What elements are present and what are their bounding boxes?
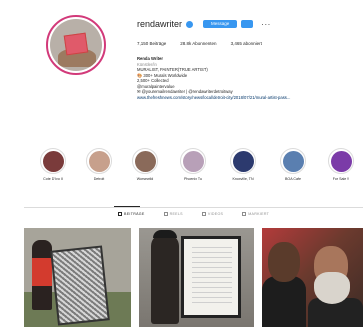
post-image-person-left-face [268,242,300,282]
highlight-image [88,150,110,172]
tab-reels[interactable]: REELS [163,212,183,216]
more-options-icon[interactable]: ··· [261,20,271,29]
highlight-label: BOA Cafe [285,177,301,181]
highlight-label: Worsewild [136,177,154,181]
post-thumbnail[interactable] [262,228,363,327]
highlight-thumbnail [280,148,306,174]
highlight-image [232,150,254,172]
highlight-item[interactable]: Detroit [80,148,118,181]
tagged-icon [242,212,247,216]
tab-videos-label: VIDEOS [207,212,224,216]
posts-count: 7,150 Beiträge [137,41,167,46]
highlight-thumbnail [180,148,206,174]
highlight-image [42,150,64,172]
post-image-shirt [32,258,52,286]
highlight-item[interactable]: Cote D'Ivo II [34,148,72,181]
post-image-framed-artwork [181,236,241,318]
highlight-thumbnail [40,148,66,174]
highlight-item[interactable]: For Sale !! [322,148,360,181]
highlight-thumbnail [132,148,158,174]
story-highlights: Cote D'Ivo II Detroit Worsewild Phoenix … [34,148,363,188]
avatar [50,19,102,71]
highlight-label: For Sale !! [332,177,350,181]
tabs-divider [24,207,363,208]
grid-icon [118,212,122,216]
post-image-person-left-body [262,276,306,327]
profile-tabs: BEITRÄGE REELS VIDEOS MARKIERT [118,212,269,216]
tab-posts[interactable]: BEITRÄGE [118,212,145,216]
post-thumbnail[interactable] [139,228,254,327]
post-image-frame-lines [192,247,232,307]
highlight-thumbnail [86,148,112,174]
video-icon [201,212,206,216]
highlight-image [134,150,156,172]
post-image-beard [314,272,350,304]
post-image-person [151,234,179,324]
tab-tagged[interactable]: MARKIERT [242,212,269,216]
highlight-item[interactable]: BOA Cafe [274,148,312,181]
active-tab-indicator [114,206,140,207]
tab-posts-label: BEITRÄGE [124,212,145,216]
highlight-label: Knoxville, TN [232,177,254,181]
highlight-thumbnail [230,148,256,174]
profile-bio: Renda Writer Künstler/in MURALIST, PAINT… [137,56,362,100]
highlight-image [182,150,204,172]
profile-username: rendawriter [137,19,183,29]
highlight-item[interactable]: Worsewild [126,148,164,181]
highlight-item[interactable]: Phoenix Tu [174,148,212,181]
verified-badge-icon [186,20,194,28]
highlight-label: Cote D'Ivo II [43,177,63,181]
highlight-thumbnail [328,148,354,174]
highlight-label: Detroit [93,177,105,181]
highlight-item[interactable]: Knoxville, TN [224,148,262,181]
highlight-label: Phoenix Tu [184,177,202,181]
following-count[interactable]: 3,465 abonniert [231,41,262,46]
post-thumbnail[interactable] [24,228,131,327]
bio-website-link[interactable]: www.thefreshnews.com/story/news/local/de… [137,95,362,101]
highlight-image [330,150,352,172]
message-button[interactable]: Message [203,20,238,28]
highlight-image [282,150,304,172]
follow-dropdown-button[interactable] [241,20,254,28]
tab-reels-label: REELS [169,212,183,216]
tab-videos[interactable]: VIDEOS [201,212,224,216]
profile-header-row: rendawriter Message ··· [137,19,271,29]
tab-tagged-label: MARKIERT [248,212,270,216]
post-image-hat [153,230,177,238]
reels-icon [163,212,168,216]
post-image-artwork [50,245,110,326]
profile-stats: 7,150 Beiträge 28.8k Abonnenten 3,465 ab… [137,41,262,46]
followers-count[interactable]: 28.8k Abonnenten [180,41,216,46]
profile-avatar[interactable] [46,15,106,75]
avatar-artwork-shape [63,32,89,56]
